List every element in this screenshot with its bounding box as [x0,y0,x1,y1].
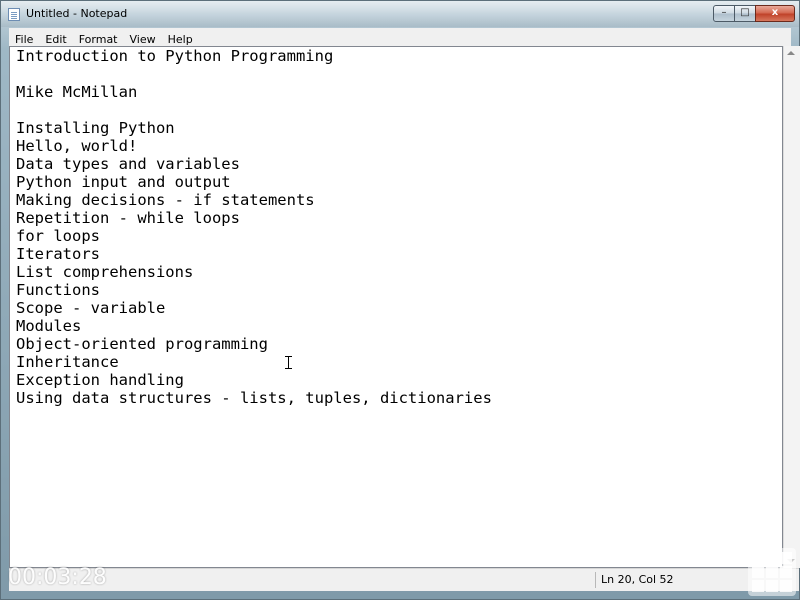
video-timestamp: 00:03:28 [8,565,107,590]
text-line [16,101,492,119]
text-line: Python input and output [16,173,231,191]
text-editor[interactable]: Introduction to Python Programming Mike … [9,46,783,568]
text-line: Data types and variables [16,155,240,173]
cursor-position: Ln 20, Col 52 [601,573,674,586]
text-line: Mike McMillan [16,83,138,101]
text-line: Introduction to Python Programming [16,47,334,65]
grip-cell [752,566,764,578]
minimize-button[interactable]: – [713,5,735,22]
text-line: Inheritance [16,353,119,371]
text-line: for loops [16,227,100,245]
text-line: Making decisions - if statements [16,191,315,209]
grip-cell [766,580,778,592]
window-title: Untitled - Notepad [26,7,128,20]
grip-cell [752,580,764,592]
text-line: List comprehensions [16,263,194,281]
text-cursor-icon [284,356,292,369]
grid-grip-icon [748,548,796,596]
close-button[interactable]: x [755,5,795,22]
vertical-scrollbar[interactable] [783,46,800,568]
notepad-icon[interactable] [8,8,20,21]
text-line: Repetition - while loops [16,209,240,227]
text-line: Using data structures - lists, tuples, d… [16,389,492,407]
title-bar[interactable]: Untitled - Notepad – □ x [1,1,799,27]
notepad-window: Untitled - Notepad – □ x File Edit Format V… [0,0,800,600]
text-line: Exception handling [16,371,184,389]
grip-cell [766,566,778,578]
grip-cell [780,552,792,564]
grip-cell [780,566,792,578]
grip-cell [780,580,792,592]
text-line: Object-oriented programming [16,335,268,353]
status-divider [595,572,596,588]
status-bar: Ln 20, Col 52 [9,568,799,591]
text-line [16,65,492,83]
menu-bar: File Edit Format View Help [9,28,791,47]
text-line: Hello, world! [16,137,138,155]
text-line: Iterators [16,245,100,263]
maximize-button[interactable]: □ [734,5,756,22]
text-line: Functions [16,281,100,299]
grip-cell [752,552,764,564]
text-line: Modules [16,317,82,335]
document-text[interactable]: Introduction to Python Programming Mike … [16,47,492,407]
text-line: Installing Python [16,119,175,137]
text-line: Scope - variable [16,299,166,317]
grip-cell [766,552,778,564]
scroll-up-icon[interactable] [787,51,795,55]
